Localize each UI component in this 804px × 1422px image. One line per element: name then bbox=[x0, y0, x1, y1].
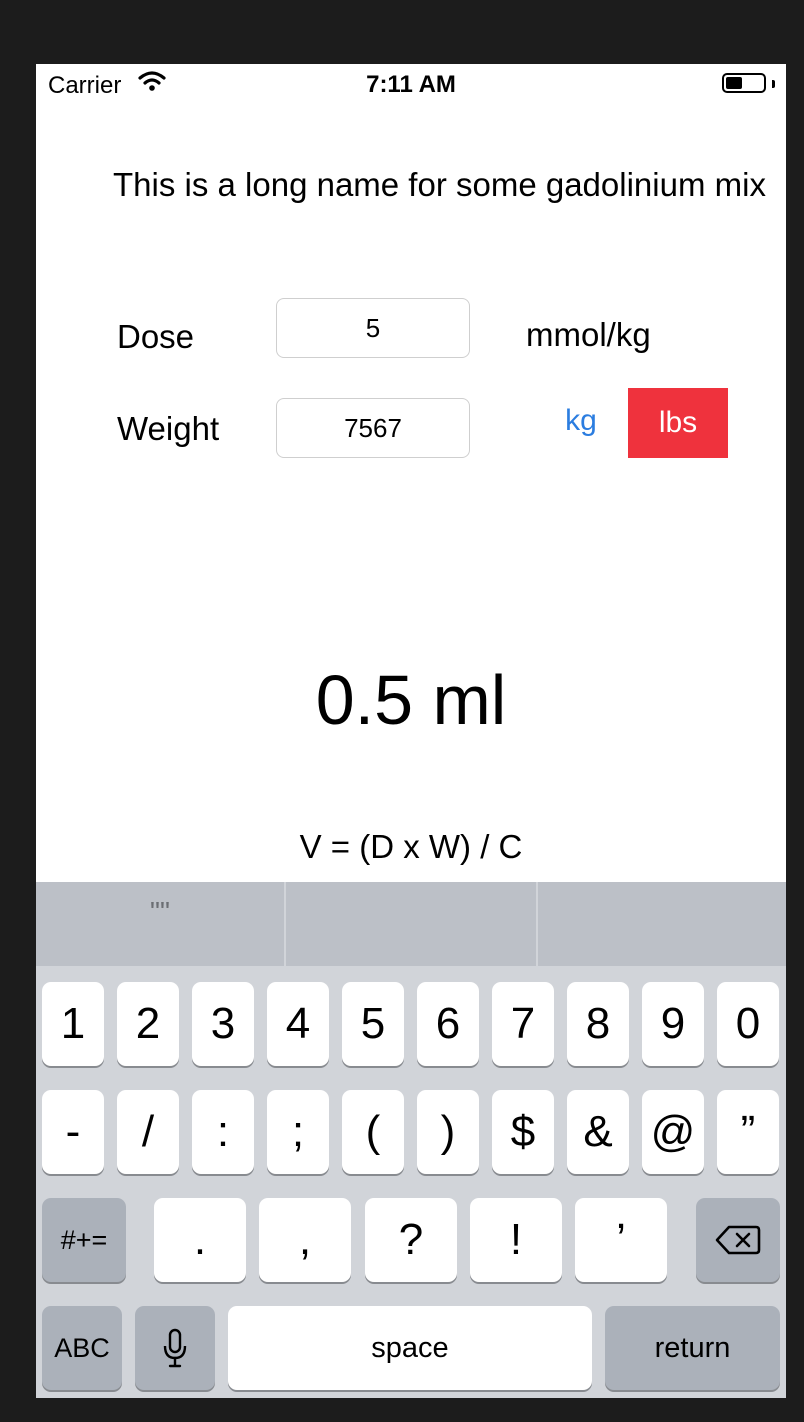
dose-label: Dose bbox=[117, 318, 195, 355]
unit-kg-button[interactable]: kg bbox=[546, 404, 616, 444]
key-apostrophe[interactable]: ’ bbox=[575, 1198, 667, 1282]
backspace-icon bbox=[715, 1225, 761, 1255]
weight-label: Weight bbox=[117, 410, 220, 447]
key-comma[interactable]: , bbox=[259, 1198, 351, 1282]
key-space[interactable]: space bbox=[228, 1306, 592, 1390]
battery-icon bbox=[722, 73, 766, 93]
key-0[interactable]: 0 bbox=[717, 982, 779, 1066]
key-symbols-toggle[interactable]: #+= bbox=[42, 1198, 126, 1282]
unit-lbs-button[interactable]: lbs bbox=[628, 388, 728, 458]
key-8[interactable]: 8 bbox=[567, 982, 629, 1066]
key-close-paren[interactable]: ) bbox=[417, 1090, 479, 1174]
status-time: 7:11 AM bbox=[366, 71, 456, 98]
key-3[interactable]: 3 bbox=[192, 982, 254, 1066]
battery-tip bbox=[772, 80, 775, 88]
microphone-icon bbox=[163, 1328, 187, 1368]
key-9[interactable]: 9 bbox=[642, 982, 704, 1066]
key-1[interactable]: 1 bbox=[42, 982, 104, 1066]
weight-input[interactable]: 7567 bbox=[276, 398, 470, 458]
key-open-paren[interactable]: ( bbox=[342, 1090, 404, 1174]
key-6[interactable]: 6 bbox=[417, 982, 479, 1066]
suggestion-bar: "" bbox=[36, 882, 786, 966]
suggestion-item[interactable]: "" bbox=[36, 896, 284, 928]
key-question[interactable]: ? bbox=[365, 1198, 457, 1282]
key-exclamation[interactable]: ! bbox=[470, 1198, 562, 1282]
key-abc[interactable]: ABC bbox=[42, 1306, 122, 1390]
key-slash[interactable]: / bbox=[117, 1090, 179, 1174]
numeric-keyboard: "" 1 2 3 4 5 6 7 8 9 0 - / : ; ( ) $ & @… bbox=[36, 882, 786, 1398]
key-dash[interactable]: - bbox=[42, 1090, 104, 1174]
mixture-title: This is a long name for some gadolinium … bbox=[113, 166, 766, 203]
formula-text: V = (D x W) / C bbox=[299, 828, 523, 865]
key-2[interactable]: 2 bbox=[117, 982, 179, 1066]
key-colon[interactable]: : bbox=[192, 1090, 254, 1174]
key-4[interactable]: 4 bbox=[267, 982, 329, 1066]
dose-input[interactable]: 5 bbox=[276, 298, 470, 358]
phone-screen: Carrier 7:11 AM This is a long name for … bbox=[36, 64, 786, 1398]
suggestion-divider bbox=[536, 882, 538, 966]
key-semicolon[interactable]: ; bbox=[267, 1090, 329, 1174]
status-bar: Carrier 7:11 AM bbox=[36, 64, 786, 104]
key-dollar[interactable]: $ bbox=[492, 1090, 554, 1174]
key-7[interactable]: 7 bbox=[492, 982, 554, 1066]
key-backspace[interactable] bbox=[696, 1198, 780, 1282]
key-period[interactable]: . bbox=[154, 1198, 246, 1282]
key-return[interactable]: return bbox=[605, 1306, 780, 1390]
volume-result: 0.5 ml bbox=[315, 661, 507, 739]
key-at[interactable]: @ bbox=[642, 1090, 704, 1174]
key-dictation[interactable] bbox=[135, 1306, 215, 1390]
dose-unit-label: mmol/kg bbox=[526, 316, 651, 353]
key-quote[interactable]: ” bbox=[717, 1090, 779, 1174]
suggestion-divider bbox=[284, 882, 286, 966]
key-ampersand[interactable]: & bbox=[567, 1090, 629, 1174]
key-5[interactable]: 5 bbox=[342, 982, 404, 1066]
